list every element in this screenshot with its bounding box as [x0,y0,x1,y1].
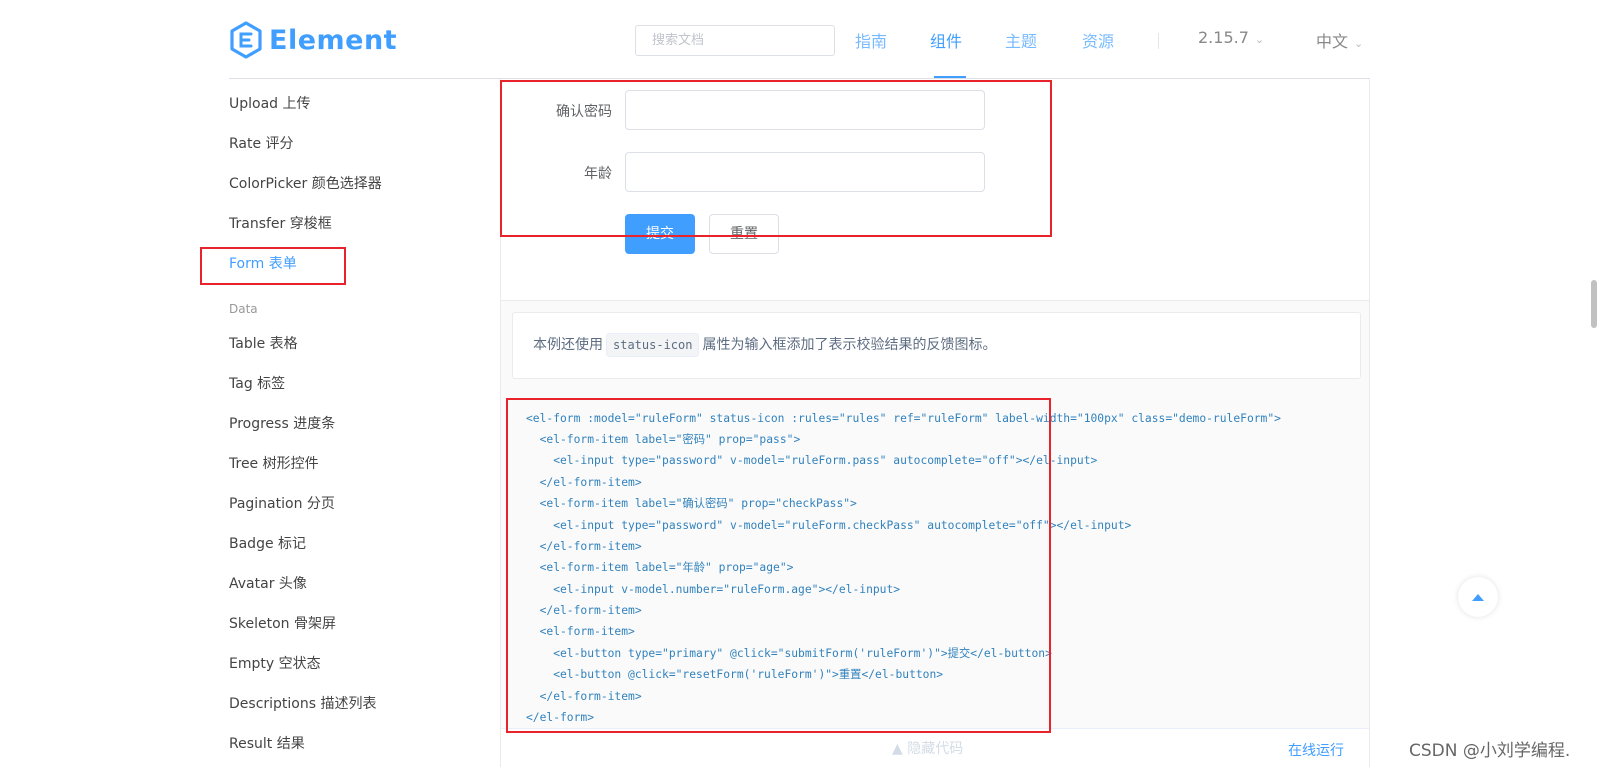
back-to-top-button[interactable] [1458,577,1498,617]
chevron-down-icon: ⌄ [1254,33,1265,46]
caret-up-icon: ▲ [892,741,908,757]
code-line: <el-form-item label="密码" prop="pass"> [526,433,801,446]
sidebar-item-skeleton[interactable]: Skeleton 骨架屏 [229,613,336,633]
language-label: 中文 [1316,32,1349,51]
code-line: </el-form-item> [526,476,642,489]
hide-code-label: 隐藏代码 [907,741,964,757]
watermark: CSDN @小刘学编程. [1409,741,1571,761]
code-line: <el-form-item label="年龄" prop="age"> [526,561,794,574]
confirm-password-label: 确认密码 [556,104,612,120]
nav-theme[interactable]: 主题 [1005,28,1037,52]
confirm-password-field[interactable] [625,90,985,130]
code-line: <el-input type="password" v-model="ruleF… [526,454,1098,467]
sidebar-item-result[interactable]: Result 结果 [229,733,305,753]
nav-separator [1158,33,1159,49]
chevron-down-icon: ⌄ [1354,37,1364,50]
age-field[interactable] [625,152,985,192]
code-line: <el-form-item label="确认密码" prop="checkPa… [526,497,857,510]
logo-text: Element [269,24,398,56]
sidebar-item-progress[interactable]: Progress 进度条 [229,413,335,433]
code-block: <el-form :model="ruleForm" status-icon :… [512,398,1361,728]
status-icon-code: status-icon [606,333,700,357]
sidebar-group-data: Data [229,302,258,316]
sidebar-item-rate[interactable]: Rate 评分 [229,133,294,153]
arrow-up-icon [1472,593,1484,601]
nav-component[interactable]: 组件 [930,28,962,52]
sidebar-item-form[interactable]: Form 表单 [229,253,297,273]
reset-button[interactable]: 重置 [709,214,779,254]
element-logo-icon [230,21,262,59]
sidebar-item-upload[interactable]: Upload 上传 [229,93,311,113]
code-line: </el-form-item> [526,690,642,703]
code-line: <el-form :model="ruleForm" status-icon :… [526,412,1281,425]
code-line: </el-form-item> [526,540,642,553]
description-box: 本例还使用 status-icon 属性为输入框添加了表示校验结果的反馈图标。 [512,312,1361,379]
code-line: <el-button type="primary" @click="submit… [526,647,1052,660]
submit-button[interactable]: 提交 [625,214,695,254]
sidebar-item-badge[interactable]: Badge 标记 [229,533,306,553]
sidebar-item-colorpicker[interactable]: ColorPicker 颜色选择器 [229,173,382,193]
description-text-after: 属性为输入框添加了表示校验结果的反馈图标。 [702,337,997,353]
code-line: <el-input type="password" v-model="ruleF… [526,519,1132,532]
scrollbar-thumb[interactable] [1591,280,1597,328]
description-text-before: 本例还使用 [533,337,603,353]
nav-resource[interactable]: 资源 [1082,28,1114,52]
version-label: 2.15.7 [1198,28,1249,47]
code-line: <el-form-item> [526,625,635,638]
element-logo[interactable]: Element [229,20,397,60]
code-line: <el-input v-model.number="ruleForm.age">… [526,583,901,596]
code-line: <el-button @click="resetForm('ruleForm')… [526,668,944,681]
sidebar-item-pagination[interactable]: Pagination 分页 [229,493,335,513]
sidebar-item-tree[interactable]: Tree 树形控件 [229,453,319,473]
sidebar-item-descriptions[interactable]: Descriptions 描述列表 [229,693,376,713]
language-select[interactable]: 中文 ⌄ [1316,28,1363,52]
version-select[interactable]: 2.15.7 ⌄ [1198,28,1264,47]
sidebar-item-avatar[interactable]: Avatar 头像 [229,573,307,593]
sidebar-item-tag[interactable]: Tag 标签 [229,373,285,393]
age-label: 年龄 [584,166,612,182]
nav-guide[interactable]: 指南 [855,28,887,52]
code-line: </el-form> [526,711,595,724]
code-line: </el-form-item> [526,604,642,617]
sidebar-item-transfer[interactable]: Transfer 穿梭框 [229,213,332,233]
search-input[interactable] [635,25,835,56]
sidebar-item-table[interactable]: Table 表格 [229,333,298,353]
hide-code-button[interactable]: ▲ 隐藏代码 [892,738,963,758]
run-online-button[interactable]: 在线运行 [1288,740,1344,760]
sidebar-item-empty[interactable]: Empty 空状态 [229,653,321,673]
top-header: Element 指南 组件 主题 资源 2.15.7 ⌄ 中文 ⌄ [0,0,1600,78]
